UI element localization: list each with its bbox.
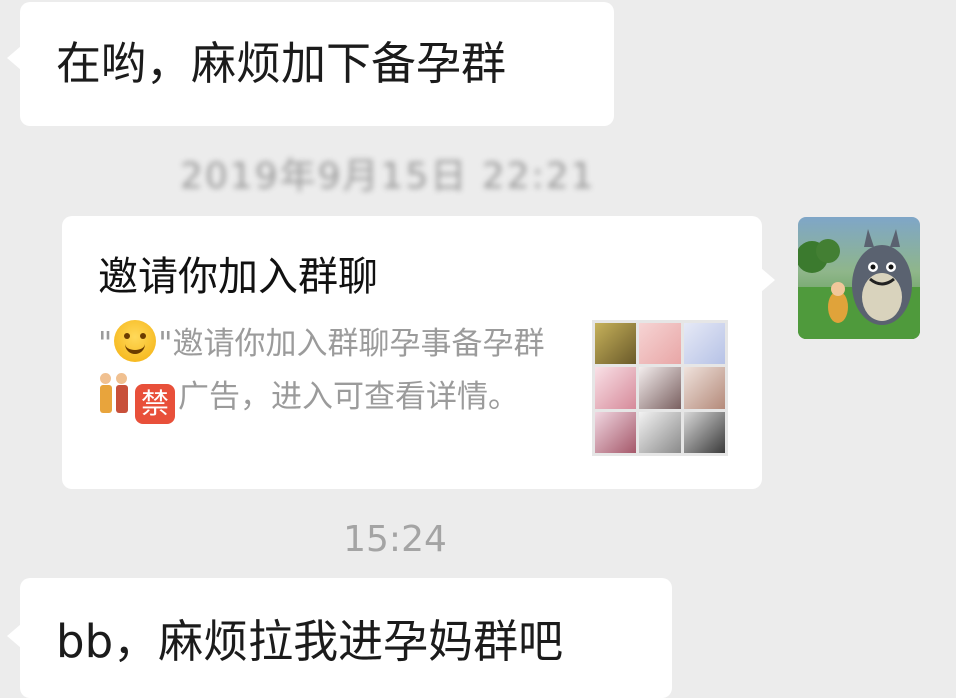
invite-desc-text-end: 广告，进入可查看详情。 bbox=[178, 379, 519, 415]
group-avatar-grid-icon bbox=[592, 320, 728, 456]
member-avatar bbox=[639, 367, 681, 409]
member-avatar bbox=[683, 367, 725, 409]
member-avatar bbox=[683, 411, 725, 453]
member-avatar bbox=[639, 411, 681, 453]
invite-description: " "邀请你加入群聊孕事备孕群禁广告，进入可查看详情。 bbox=[98, 318, 558, 424]
smiling-face-icon bbox=[114, 320, 157, 362]
incoming-message-bubble[interactable]: 在哟，麻烦加下备孕群 bbox=[7, 2, 614, 126]
message-text: 在哟，麻烦加下备孕群 bbox=[56, 37, 507, 90]
bubble-tail bbox=[761, 268, 775, 292]
incoming-message-bubble[interactable]: bb，麻烦拉我进孕妈群吧 bbox=[7, 578, 672, 698]
member-avatar bbox=[595, 411, 637, 453]
bubble-tail bbox=[7, 46, 21, 70]
group-invite-card[interactable]: 邀请你加入群聊 " "邀请你加入群聊孕事备孕群禁广告，进入可查看详情。 bbox=[62, 216, 775, 489]
couple-icon bbox=[98, 373, 132, 413]
member-avatar bbox=[595, 367, 637, 409]
avatar-illustration bbox=[798, 217, 920, 339]
time-divider: 15:24 bbox=[343, 519, 447, 560]
prohibited-icon: 禁 bbox=[135, 384, 175, 424]
member-avatar bbox=[639, 323, 681, 365]
member-avatar bbox=[595, 323, 637, 365]
bubble-tail bbox=[7, 624, 21, 648]
message-text: bb，麻烦拉我进孕妈群吧 bbox=[56, 615, 564, 668]
invite-desc-text: 邀请你加入群聊孕事备孕群 bbox=[172, 326, 545, 362]
blurred-timestamp: 2019年9月15日 22:21 bbox=[180, 156, 596, 197]
totoro-avatar-icon[interactable] bbox=[798, 217, 920, 339]
member-avatar bbox=[683, 323, 725, 365]
invite-title: 邀请你加入群聊 bbox=[98, 254, 378, 300]
